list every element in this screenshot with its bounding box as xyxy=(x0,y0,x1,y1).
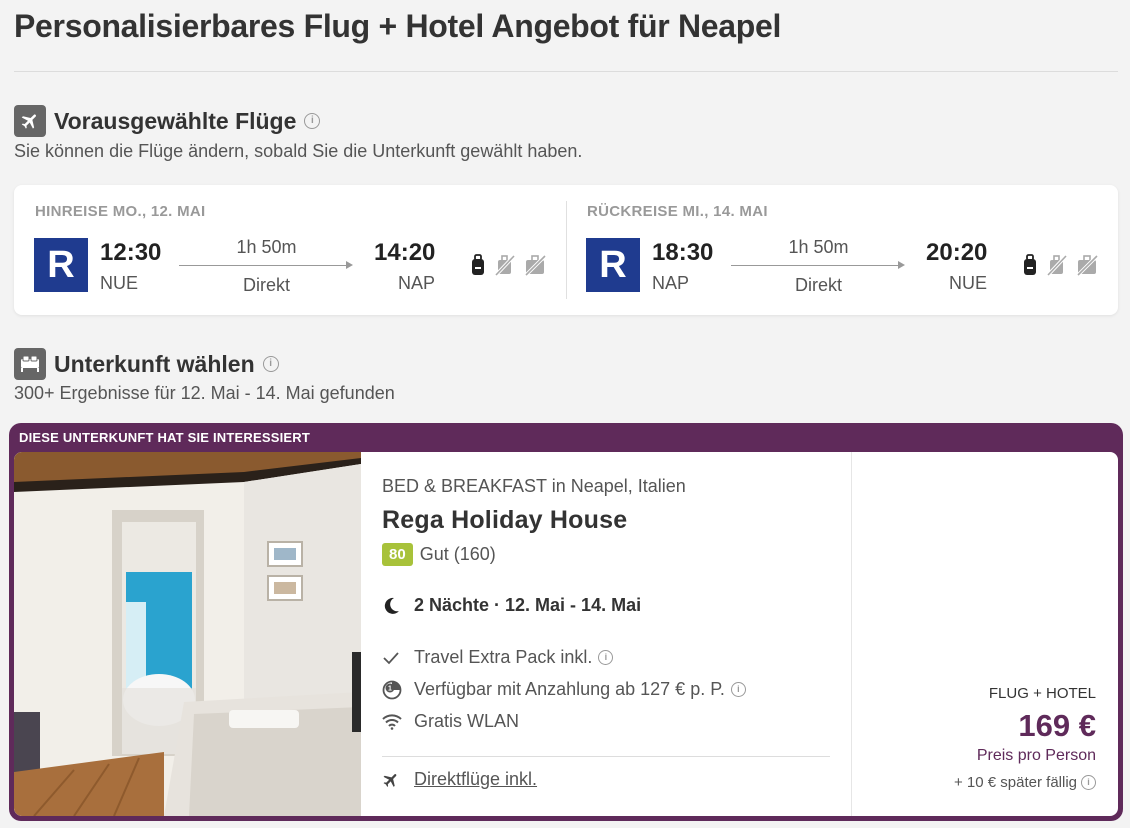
rating-text: Gut (160) xyxy=(419,544,496,564)
arrival-airport: NAP xyxy=(398,273,436,293)
flights-section-subtitle: Sie können die Flüge ändern, sobald Sie … xyxy=(14,141,583,161)
flight-card[interactable]: HINREISE MO., 12. MAI R 12:30 NUE 1h 50m… xyxy=(14,185,1118,315)
baggage-info xyxy=(1021,253,1099,277)
check-icon xyxy=(382,651,404,665)
promoted-hotel-banner: DIESE UNTERKUNFT HAT SIE INTERESSIERT BE… xyxy=(9,423,1123,821)
price: 169 € xyxy=(1018,708,1096,743)
page-title: Personalisierbares Flug + Hotel Angebot … xyxy=(14,8,782,44)
flight-stops: Direkt xyxy=(242,275,290,295)
flight-stops: Direkt xyxy=(794,275,842,295)
flights-section-header: Vorausgewählte Flüge i xyxy=(14,105,321,137)
stay-duration: 2 Nächte · 12. Mai - 14. Mai xyxy=(382,595,641,616)
flight-duration: 1h 50m xyxy=(236,237,297,257)
airline-logo: R xyxy=(34,238,88,292)
arrival-time: 14:20 xyxy=(374,239,436,266)
moon-icon xyxy=(382,597,404,615)
airline-logo: R xyxy=(586,238,640,292)
price-per-person: Preis pro Person xyxy=(976,747,1096,764)
feature-wifi: Gratis WLAN xyxy=(382,711,519,732)
info-icon[interactable]: i xyxy=(1081,775,1096,790)
price-column[interactable]: FLUG + HOTEL 169 € Preis pro Person + 10… xyxy=(851,452,1118,816)
airplane-icon xyxy=(14,105,46,137)
departure-airport: NAP xyxy=(652,273,690,293)
feature-text: Gratis WLAN xyxy=(414,711,520,731)
feature-deposit: 1 Verfügbar mit Anzahlung ab 127 € p. P.… xyxy=(382,679,746,700)
deposit-icon: 1 xyxy=(382,680,404,700)
arrival-airport: NUE xyxy=(949,273,988,293)
direct-flights-text[interactable]: Direktflüge inkl. xyxy=(414,769,537,790)
info-icon[interactable]: i xyxy=(304,113,321,129)
accommodation-section-header: Unterkunft wählen i xyxy=(14,348,279,380)
no-cabin-bag-icon xyxy=(494,254,516,277)
feature-travel-extra: Travel Extra Pack inkl. i xyxy=(382,647,614,668)
flight-leg-outbound[interactable]: HINREISE MO., 12. MAI R 12:30 NUE 1h 50m… xyxy=(14,185,566,315)
info-divider xyxy=(382,756,830,757)
hotel-info: BED & BREAKFAST in Neapel, Italien Rega … xyxy=(382,452,852,816)
hotel-photo[interactable] xyxy=(14,452,361,816)
hotel-card[interactable]: BED & BREAKFAST in Neapel, Italien Rega … xyxy=(14,452,1118,816)
arrival-time: 20:20 xyxy=(926,239,988,266)
route-arrow xyxy=(731,261,905,269)
info-icon[interactable]: i xyxy=(598,650,614,665)
personal-bag-icon xyxy=(472,254,484,275)
leg-label: HINREISE MO., 12. MAI xyxy=(35,203,206,220)
departure-time: 18:30 xyxy=(652,239,714,266)
flights-section-title: Vorausgewählte Flüge xyxy=(54,107,297,134)
no-checked-bag-icon xyxy=(524,254,547,277)
direct-flights-link[interactable]: Direktflüge inkl. xyxy=(382,769,537,790)
price-later-text: + 10 € später fällig xyxy=(954,774,1077,791)
accommodation-section-subtitle: 300+ Ergebnisse für 12. Mai - 14. Mai ge… xyxy=(14,383,395,403)
no-cabin-bag-icon xyxy=(1046,254,1068,277)
flight-leg-return[interactable]: RÜCKREISE MI., 14. MAI R 18:30 NAP 1h 50… xyxy=(566,185,1118,315)
departure-airport: NUE xyxy=(100,273,139,293)
wifi-icon xyxy=(382,713,404,730)
personal-bag-icon xyxy=(1024,254,1036,275)
price-type: FLUG + HOTEL xyxy=(988,685,1096,702)
no-checked-bag-icon xyxy=(1076,254,1099,277)
promo-label: DIESE UNTERKUNFT HAT SIE INTERESSIERT xyxy=(19,430,311,445)
bed-icon xyxy=(14,348,46,380)
baggage-info xyxy=(469,253,547,277)
hotel-name[interactable]: Rega Holiday House xyxy=(382,506,627,535)
title-divider xyxy=(14,71,1118,72)
accommodation-section-title: Unterkunft wählen xyxy=(54,350,255,377)
svg-text:1: 1 xyxy=(388,685,392,692)
rating-badge: 80 xyxy=(382,543,413,566)
hotel-rating: 80 Gut (160) xyxy=(382,543,496,566)
flight-duration: 1h 50m xyxy=(788,237,849,257)
price-later: + 10 € später fällig i xyxy=(954,774,1096,791)
info-icon[interactable]: i xyxy=(730,682,746,697)
airplane-icon xyxy=(382,771,404,789)
leg-label: RÜCKREISE MI., 14. MAI xyxy=(587,203,768,220)
feature-text: Verfügbar mit Anzahlung ab 127 € p. P. xyxy=(414,679,725,699)
hotel-type: BED & BREAKFAST in Neapel, Italien xyxy=(382,476,686,496)
route-arrow xyxy=(179,261,353,269)
info-icon[interactable]: i xyxy=(262,356,279,372)
stay-duration-text: 2 Nächte · 12. Mai - 14. Mai xyxy=(414,595,642,615)
feature-text: Travel Extra Pack inkl. xyxy=(414,647,593,667)
departure-time: 12:30 xyxy=(100,239,162,266)
